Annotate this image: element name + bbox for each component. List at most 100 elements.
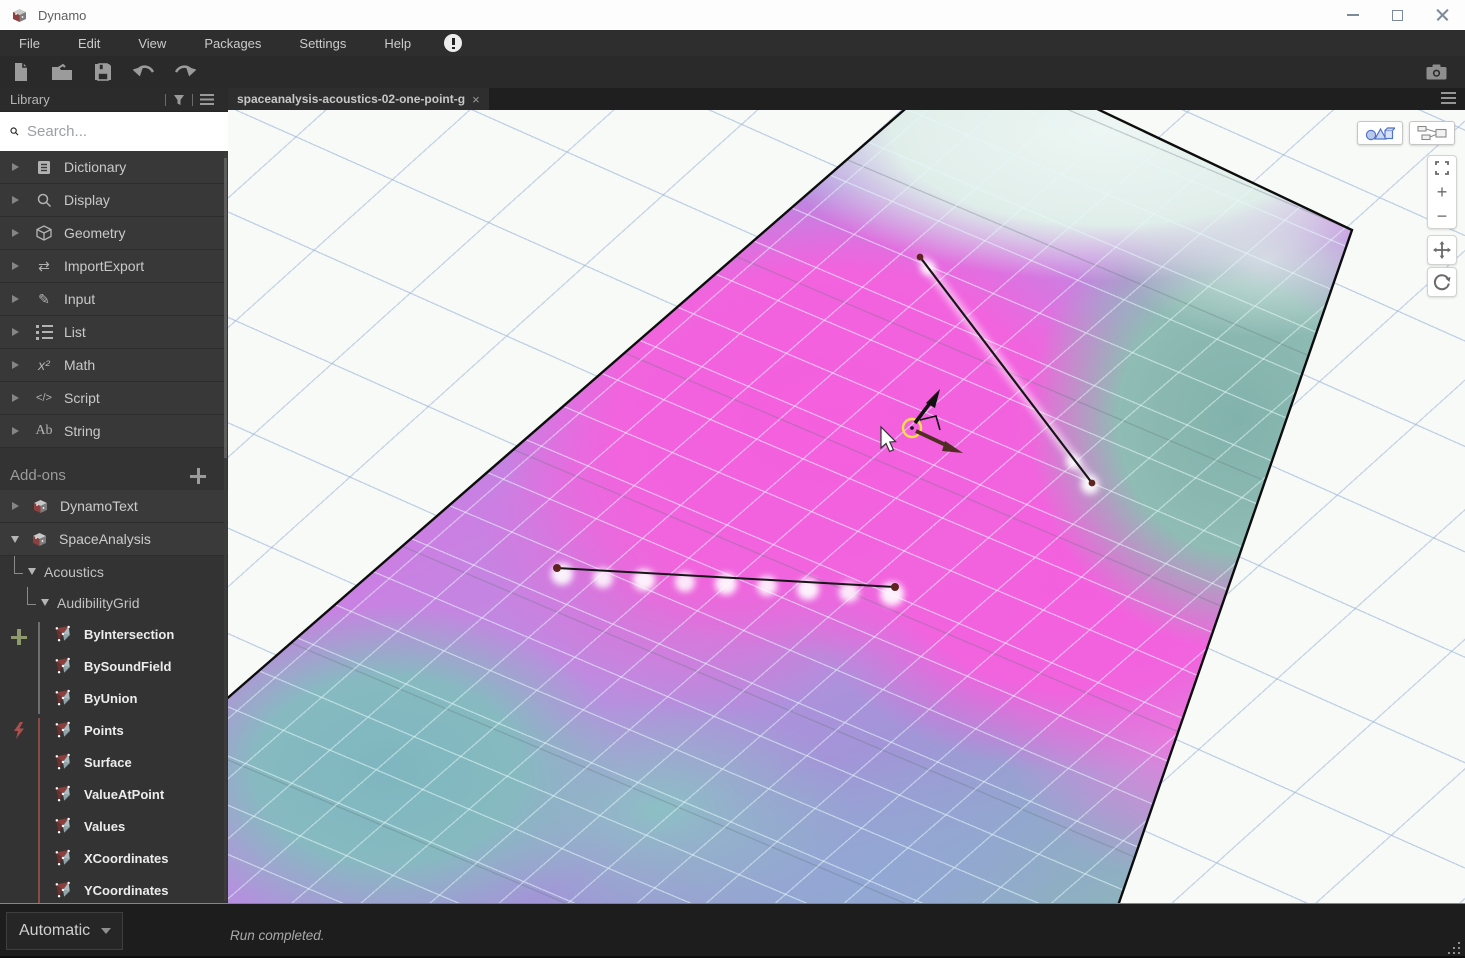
- node-points[interactable]: Points: [0, 714, 228, 746]
- menu-packages[interactable]: Packages: [185, 30, 280, 56]
- x-squared-icon: x²: [38, 357, 50, 373]
- workspace-tab[interactable]: spaceanalysis-acoustics-02-one-point-g ×: [228, 88, 489, 110]
- expand-arrow-icon: [12, 502, 19, 510]
- workspace-menu-icon[interactable]: [1441, 92, 1456, 104]
- orbit-button[interactable]: [1427, 267, 1457, 297]
- library-category-string[interactable]: Ab String: [0, 415, 228, 448]
- menu-file[interactable]: File: [0, 30, 59, 56]
- divider: [192, 94, 193, 106]
- package-spaceanalysis[interactable]: SpaceAnalysis: [0, 523, 228, 556]
- category-label: Math: [64, 357, 95, 373]
- dynamo-logo-icon: [11, 7, 28, 24]
- collapse-arrow-icon: [28, 568, 36, 575]
- category-label: ImportExport: [64, 258, 144, 274]
- add-package-icon[interactable]: [190, 468, 206, 484]
- open-file-button[interactable]: [41, 56, 82, 88]
- pan-button[interactable]: [1427, 235, 1457, 265]
- node-surface[interactable]: Surface: [0, 746, 228, 778]
- node-icon: [54, 849, 72, 867]
- library-category-display[interactable]: Display: [0, 184, 228, 217]
- package-label: SpaceAnalysis: [59, 531, 151, 547]
- group-audibilitygrid[interactable]: AudibilityGrid: [0, 587, 228, 618]
- new-document-icon: [12, 62, 30, 82]
- book-icon: [37, 160, 51, 175]
- search-input[interactable]: [25, 122, 228, 141]
- redo-button[interactable]: [164, 56, 205, 88]
- library-category-dictionary[interactable]: Dictionary: [0, 151, 228, 184]
- create-group-line: [38, 622, 40, 714]
- expand-arrow-icon: [12, 394, 19, 402]
- run-status-message: Run completed.: [230, 928, 325, 943]
- expand-arrow-icon: [12, 361, 19, 369]
- node-label: Values: [84, 819, 125, 834]
- save-button[interactable]: [82, 56, 123, 88]
- node-bysoundfield[interactable]: BySoundField: [0, 650, 228, 682]
- expand-arrow-icon: [12, 328, 19, 336]
- divider: [165, 94, 166, 106]
- expand-arrow-icon: [12, 427, 19, 435]
- library-category-math[interactable]: x² Math: [0, 349, 228, 382]
- library-category-script[interactable]: </> Script: [0, 382, 228, 415]
- undo-button[interactable]: [123, 56, 164, 88]
- zoom-fit-button[interactable]: [1428, 156, 1456, 180]
- node-values[interactable]: Values: [0, 810, 228, 842]
- library-category-input[interactable]: ✎ Input: [0, 283, 228, 316]
- node-icon: [54, 785, 72, 803]
- category-label: String: [64, 423, 101, 439]
- resize-grip[interactable]: [1446, 940, 1460, 954]
- group-acoustics[interactable]: Acoustics: [0, 556, 228, 587]
- node-byintersection[interactable]: ByIntersection: [0, 618, 228, 650]
- maximize-button[interactable]: [1375, 0, 1420, 30]
- minimize-button[interactable]: [1330, 0, 1375, 30]
- package-label: DynamoText: [60, 498, 138, 514]
- run-mode-dropdown[interactable]: Automatic: [6, 912, 123, 950]
- node-icon: [54, 753, 72, 771]
- menu-bar: File Edit View Packages Settings Help: [0, 30, 1465, 56]
- maximize-icon: [1392, 10, 1403, 21]
- node-xcoordinates[interactable]: XCoordinates: [0, 842, 228, 874]
- library-category-geometry[interactable]: Geometry: [0, 217, 228, 250]
- geometry-shapes-icon: [1365, 125, 1395, 141]
- background-3d-preview[interactable]: + −: [228, 110, 1465, 903]
- node-icon: [54, 817, 72, 835]
- filter-icon[interactable]: [173, 94, 185, 106]
- category-label: Input: [64, 291, 95, 307]
- node-icon: [54, 689, 72, 707]
- geometry-preview-toggle[interactable]: [1357, 121, 1403, 145]
- notifications-icon[interactable]: [444, 34, 462, 52]
- menu-edit[interactable]: Edit: [59, 30, 119, 56]
- swap-arrows-icon: ⇄: [38, 258, 50, 275]
- tree-connector: [14, 556, 23, 574]
- library-category-importexport[interactable]: ⇄ ImportExport: [0, 250, 228, 283]
- export-workspace-image-button[interactable]: [1419, 56, 1453, 88]
- menu-help[interactable]: Help: [365, 30, 430, 56]
- node-ycoordinates[interactable]: YCoordinates: [0, 874, 228, 903]
- orbit-icon: [1433, 273, 1451, 291]
- package-icon: [32, 498, 49, 515]
- library-menu-icon[interactable]: [200, 94, 214, 105]
- zoom-in-button[interactable]: +: [1428, 180, 1456, 204]
- graph-view-toggle[interactable]: [1409, 121, 1455, 145]
- node-graph-icon: [1417, 125, 1447, 141]
- addons-title: Add-ons: [10, 467, 190, 484]
- window-title: Dynamo: [38, 8, 86, 23]
- zoom-out-button[interactable]: −: [1428, 204, 1456, 228]
- tab-close-button[interactable]: ×: [472, 92, 480, 107]
- open-folder-icon: [51, 63, 73, 81]
- close-button[interactable]: [1420, 0, 1465, 30]
- package-dynamotext[interactable]: DynamoText: [0, 490, 228, 523]
- Ab-icon: Ab: [35, 423, 52, 439]
- node-icon: [54, 625, 72, 643]
- expand-arrow-icon: [12, 163, 19, 171]
- node-valueatpoint[interactable]: ValueAtPoint: [0, 778, 228, 810]
- library-category-list[interactable]: List: [0, 316, 228, 349]
- new-file-button[interactable]: [0, 56, 41, 88]
- node-label: Points: [84, 723, 124, 738]
- node-byunion[interactable]: ByUnion: [0, 682, 228, 714]
- status-bar: Automatic Run completed.: [0, 903, 1465, 958]
- expand-arrow-icon: [12, 295, 19, 303]
- menu-view[interactable]: View: [119, 30, 185, 56]
- library-scrollbar-thumb[interactable]: [224, 158, 227, 458]
- menu-settings[interactable]: Settings: [280, 30, 365, 56]
- group-label: Acoustics: [44, 564, 104, 580]
